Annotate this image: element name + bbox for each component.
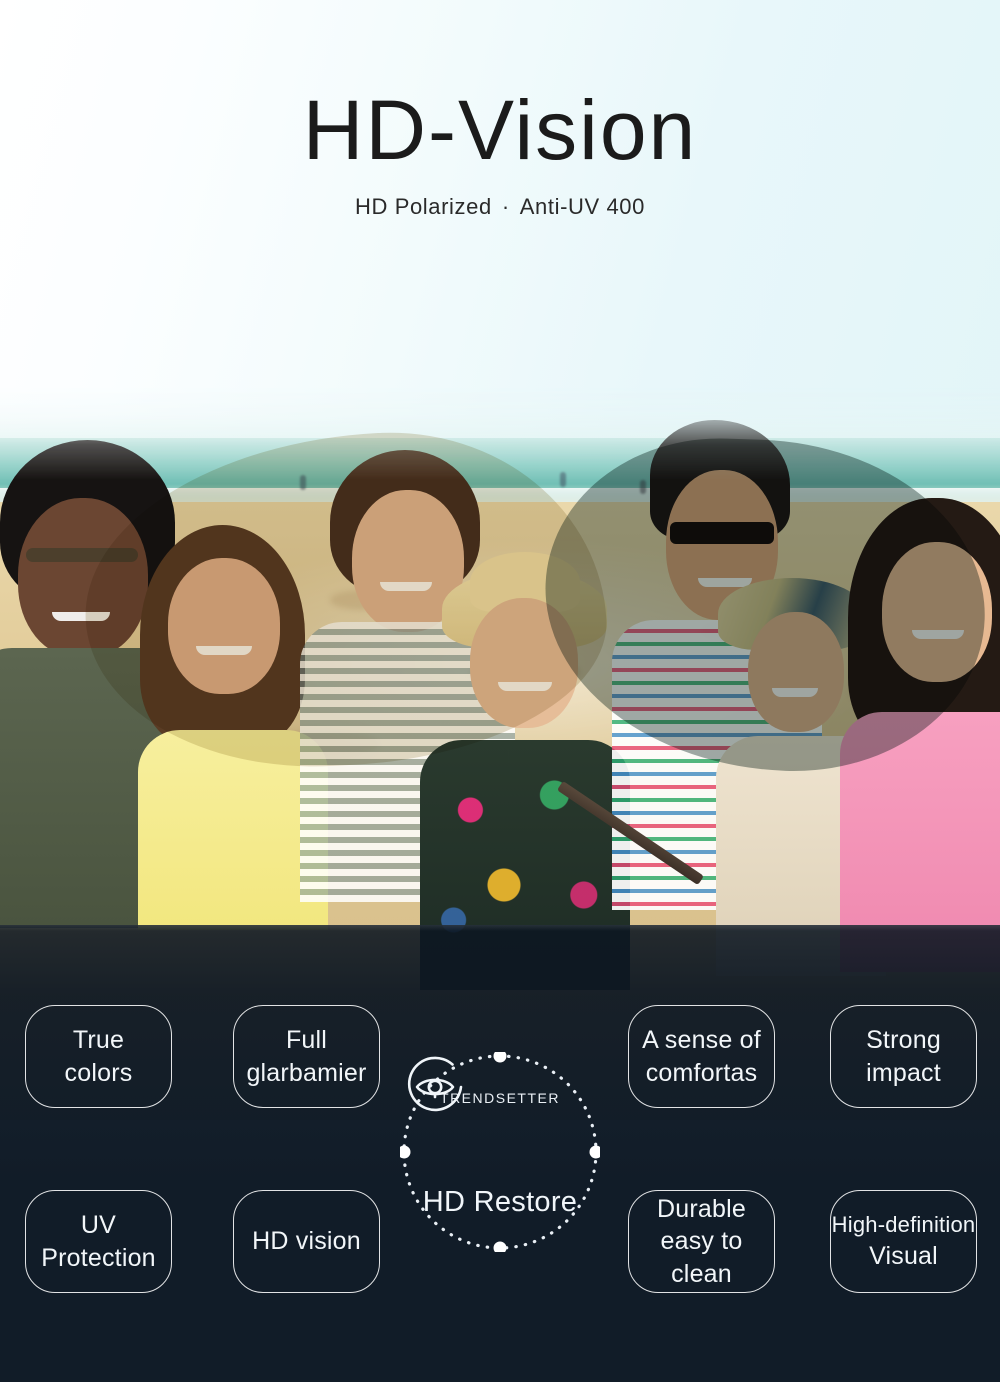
feature-badge-uv-protection[interactable]: UV Protection: [25, 1190, 172, 1293]
page-header: HD-Vision HD Polarized · Anti-UV 400: [0, 0, 1000, 220]
feature-badge-high-definition-visual[interactable]: High-definition Visual: [830, 1190, 977, 1293]
feature-badge-durable-easy-to-clean[interactable]: Durable easy to clean: [628, 1190, 775, 1293]
feature-badge-text: HD vision: [252, 1225, 361, 1258]
feature-badge-sense-of-comfort[interactable]: A sense of comfortas: [628, 1005, 775, 1108]
ring-marker-right: [589, 1145, 600, 1159]
feature-badge-text: True colors: [65, 1024, 133, 1089]
subtitle-separator-dot: ·: [501, 194, 510, 220]
feature-badge-hd-vision[interactable]: HD vision: [233, 1190, 380, 1293]
feature-badge-strong-impact[interactable]: Strong impact: [830, 1005, 977, 1108]
feature-badge-text: A sense of comfortas: [642, 1024, 761, 1089]
feature-badge-text: UV Protection: [41, 1209, 156, 1274]
feature-line-2: colors: [64, 1058, 133, 1087]
feature-line-1: UV: [80, 1211, 117, 1239]
feature-badge-text: Full glarbamier: [246, 1024, 366, 1089]
feature-line-1: A sense of: [642, 1026, 761, 1054]
feature-line-2: Protection: [41, 1243, 156, 1272]
feature-line-1: Durable: [657, 1194, 746, 1223]
page-title: HD-Vision: [302, 83, 698, 177]
feature-line-1: HD vision: [252, 1227, 361, 1256]
feature-line-2: comfortas: [645, 1058, 758, 1087]
subtitle-anti-uv: Anti-UV 400: [519, 194, 645, 220]
feature-line-1: True: [72, 1026, 125, 1054]
page-subtitle: HD Polarized · Anti-UV 400: [0, 174, 1000, 220]
feature-line-2: easy to clean: [660, 1227, 743, 1288]
trendsetter-medallion[interactable]: TRENDSETTER HD Restore: [400, 1052, 600, 1252]
feature-line-1: High-definition: [831, 1211, 976, 1237]
distant-person: [640, 480, 646, 494]
feature-badge-text: Strong impact: [866, 1024, 941, 1089]
feature-badge-text: Durable easy to clean: [629, 1193, 774, 1291]
feature-badge-text: High-definition Visual: [832, 1211, 976, 1272]
feature-line-1: Full: [285, 1026, 328, 1054]
feature-line-1: Strong: [866, 1026, 941, 1054]
eye-icon: [407, 1056, 463, 1112]
feature-badge-true-colors[interactable]: True colors: [25, 1005, 172, 1108]
product-detail-page: HD-Vision HD Polarized · Anti-UV 400 Tru…: [0, 0, 1000, 1382]
feature-line-2: impact: [866, 1058, 941, 1087]
ring-marker-top: [493, 1052, 507, 1063]
medallion-bottom-label: HD Restore: [422, 1186, 578, 1218]
distant-person: [560, 472, 566, 487]
feature-line-2: Visual: [869, 1241, 938, 1270]
ring-marker-bottom: [493, 1241, 507, 1252]
distant-person: [300, 475, 306, 490]
ring-marker-left: [400, 1145, 411, 1159]
feature-line-2: glarbamier: [246, 1058, 367, 1087]
subtitle-hd-polarized: HD Polarized: [355, 194, 492, 220]
feature-badge-full-glarbamier[interactable]: Full glarbamier: [233, 1005, 380, 1108]
